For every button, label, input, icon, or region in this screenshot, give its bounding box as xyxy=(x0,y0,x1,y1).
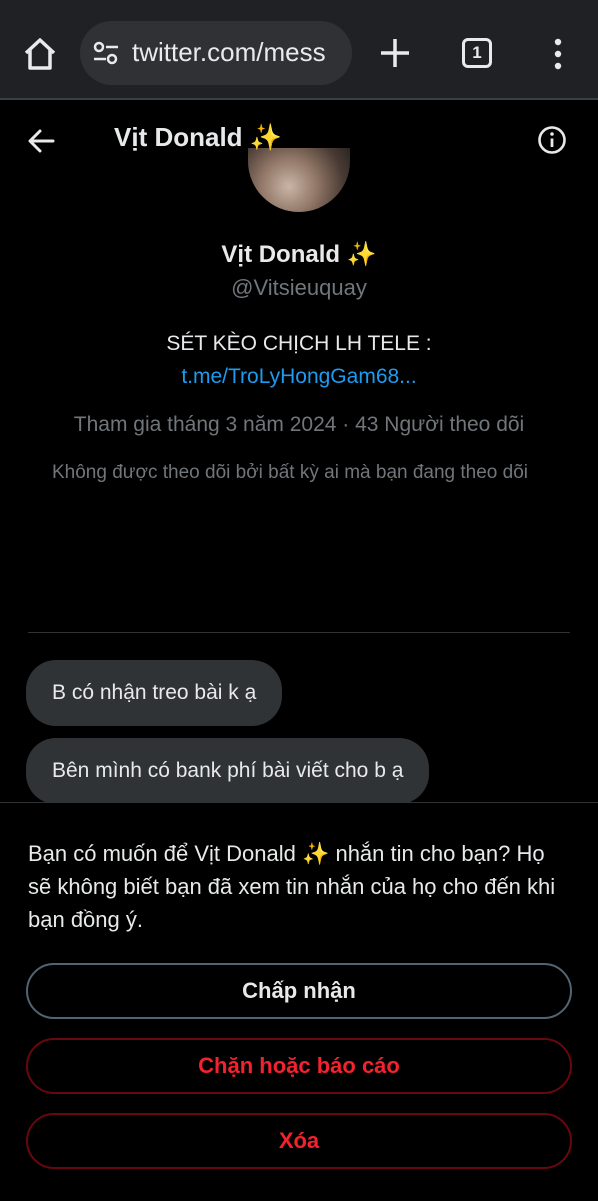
tab-switcher-icon[interactable]: 1 xyxy=(462,38,492,68)
new-tab-icon[interactable] xyxy=(378,36,412,70)
message-bubble[interactable]: B có nhận treo bài k ạ xyxy=(26,660,283,726)
home-icon[interactable] xyxy=(22,36,58,72)
conversation-title: Vịt Donald ✨ xyxy=(114,122,283,152)
message-request-panel: Bạn có muốn để Vịt Donald ✨ nhắn tin cho… xyxy=(0,802,598,1201)
profile-name[interactable]: Vịt Donald ✨ xyxy=(0,240,598,269)
followers-note: Không được theo dõi bởi bất kỳ ai mà bạn… xyxy=(52,462,529,483)
profile-meta: Tham gia tháng 3 năm 2024 · 43 Người the… xyxy=(73,413,525,436)
browser-toolbar: twitter.com/mess 1 xyxy=(0,0,598,100)
block-or-report-button[interactable]: Chặn hoặc báo cáo xyxy=(26,1038,572,1094)
info-icon[interactable] xyxy=(536,124,568,156)
address-bar[interactable]: twitter.com/mess xyxy=(80,21,352,85)
accept-button[interactable]: Chấp nhận xyxy=(26,963,572,1019)
message-bubble[interactable]: Bên mình có bank phí bài viết cho b ạ xyxy=(26,738,430,804)
back-arrow-icon[interactable] xyxy=(26,126,56,156)
profile-bio: SÉT KÈO CHỊCH LH TELE : xyxy=(166,332,432,355)
conversation-header: Vịt Donald ✨ xyxy=(0,100,598,180)
divider xyxy=(28,632,570,633)
url-text: twitter.com/mess xyxy=(132,37,326,67)
profile-handle: @Vitsieuquay xyxy=(231,275,367,300)
request-prompt: Bạn có muốn để Vịt Donald ✨ nhắn tin cho… xyxy=(28,841,556,932)
delete-button[interactable]: Xóa xyxy=(26,1113,572,1169)
site-settings-icon[interactable] xyxy=(92,39,120,67)
profile-bio-link[interactable]: t.me/TroLyHongGam68... xyxy=(0,365,598,389)
more-options-icon[interactable] xyxy=(546,36,570,72)
